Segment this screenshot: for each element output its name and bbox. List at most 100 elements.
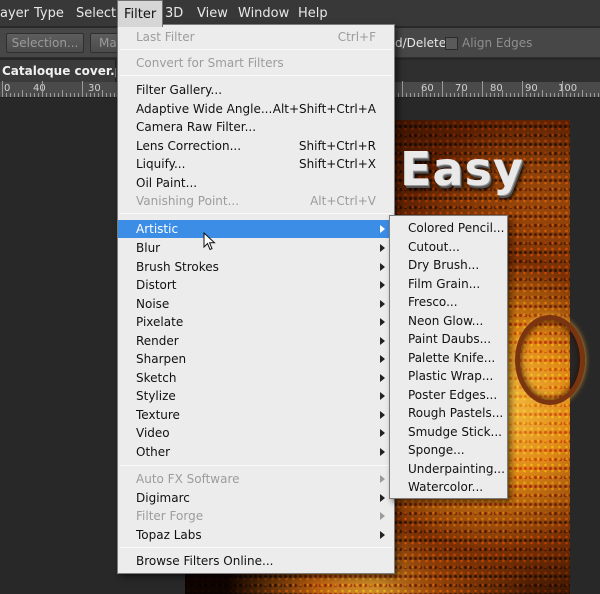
submenu-arrow-icon — [380, 263, 385, 271]
ruler-tick — [442, 81, 443, 97]
mouse-cursor-icon — [203, 232, 216, 251]
selection-button[interactable]: Selection... — [6, 33, 84, 53]
align-edges-checkbox[interactable] — [445, 37, 458, 50]
menu-item-camera-raw-filter[interactable]: Camera Raw Filter... — [118, 118, 394, 136]
ruler-tick — [70, 93, 71, 97]
ruler-tick — [10, 93, 11, 97]
menu-item-label: Browse Filters Online... — [136, 554, 274, 568]
menu-item-sharpen[interactable]: Sharpen — [118, 350, 394, 368]
submenu-item-palette-knife[interactable]: Palette Knife... — [390, 349, 507, 367]
ruler-tick — [514, 93, 515, 97]
submenu-item-label: Underpainting... — [408, 462, 505, 476]
menu-item-brush-strokes[interactable]: Brush Strokes — [118, 258, 394, 276]
ruler-tick — [438, 93, 439, 97]
submenu-arrow-icon — [380, 531, 385, 539]
ruler-tick — [82, 81, 83, 97]
menu-item-stylize[interactable]: Stylize — [118, 387, 394, 405]
menu-item-vanishing-point[interactable]: Vanishing Point... Alt+Ctrl+V — [118, 192, 394, 210]
menu-item-lens-correction[interactable]: Lens Correction... Shift+Ctrl+R — [118, 137, 394, 155]
submenu-item-poster-edges[interactable]: Poster Edges... — [390, 386, 507, 404]
menu-item-label: Adaptive Wide Angle... — [136, 102, 273, 116]
submenu-item-underpainting[interactable]: Underpainting... — [390, 460, 507, 478]
menu-item-render[interactable]: Render — [118, 332, 394, 350]
menu-item-convert-smart-filters[interactable]: Convert for Smart Filters — [118, 54, 394, 72]
ruler-tick — [42, 81, 43, 97]
submenu-arrow-icon — [380, 392, 385, 400]
document-tab[interactable]: Cataloque cover.psd — [0, 60, 139, 82]
ruler-tick — [510, 93, 511, 97]
submenu-item-watercolor[interactable]: Watercolor... — [390, 478, 507, 496]
submenu-item-label: Rough Pastels... — [408, 406, 504, 420]
menu-item-pixelate[interactable]: Pixelate — [118, 313, 394, 331]
menu-item-label: Blur — [136, 241, 161, 255]
submenu-item-label: Poster Edges... — [408, 388, 498, 402]
menu-item-texture[interactable]: Texture — [118, 406, 394, 424]
menu-type[interactable]: Type — [28, 0, 70, 27]
submenu-arrow-icon — [380, 318, 385, 326]
artistic-submenu: Colored Pencil... Cutout... Dry Brush...… — [389, 215, 508, 499]
submenu-item-dry-brush[interactable]: Dry Brush... — [390, 256, 507, 274]
menu-item-liquify[interactable]: Liquify... Shift+Ctrl+X — [118, 155, 394, 173]
menu-separator — [120, 213, 392, 214]
submenu-item-plastic-wrap[interactable]: Plastic Wrap... — [390, 367, 507, 385]
menu-item-label: Brush Strokes — [136, 260, 219, 274]
menu-item-filter-gallery[interactable]: Filter Gallery... — [118, 81, 394, 99]
submenu-item-smudge-stick[interactable]: Smudge Stick... — [390, 423, 507, 441]
ruler-tick — [530, 93, 531, 97]
ruler-tick — [62, 90, 63, 97]
menu-item-label: Sharpen — [136, 352, 187, 366]
submenu-item-cutout[interactable]: Cutout... — [390, 238, 507, 256]
menu-item-digimarc[interactable]: Digimarc — [118, 489, 394, 507]
canvas-ring-graphic — [515, 315, 585, 405]
menu-item-filter-forge[interactable]: Filter Forge — [118, 507, 394, 525]
menu-item-label: Last Filter — [136, 30, 195, 44]
menu-item-noise[interactable]: Noise — [118, 295, 394, 313]
ruler-tick — [462, 90, 463, 97]
menu-item-last-filter[interactable]: Last Filter Ctrl+F — [118, 28, 394, 46]
ruler-tick — [550, 93, 551, 97]
ruler-tick — [102, 90, 103, 97]
menu-item-distort[interactable]: Distort — [118, 276, 394, 294]
submenu-item-neon-glow[interactable]: Neon Glow... — [390, 312, 507, 330]
submenu-item-colored-pencil[interactable]: Colored Pencil... — [390, 219, 507, 237]
menu-item-topaz-labs[interactable]: Topaz Labs — [118, 526, 394, 544]
ruler-tick — [110, 93, 111, 97]
ruler-tick — [450, 93, 451, 97]
ruler-tick — [558, 93, 559, 97]
menu-view[interactable]: View — [191, 0, 234, 27]
menu-item-blur[interactable]: Blur — [118, 239, 394, 257]
submenu-item-label: Fresco... — [408, 295, 458, 309]
menu-item-artistic[interactable]: Artistic — [118, 220, 394, 238]
submenu-arrow-icon — [380, 475, 385, 483]
menu-item-other[interactable]: Other — [118, 443, 394, 461]
ruler-tick — [26, 93, 27, 97]
menu-item-sketch[interactable]: Sketch — [118, 369, 394, 387]
menu-3d[interactable]: 3D — [159, 0, 189, 27]
ruler-tick — [454, 93, 455, 97]
menu-item-browse-filters-online[interactable]: Browse Filters Online... — [118, 552, 394, 570]
ruler-tick — [502, 90, 503, 97]
submenu-item-paint-daubs[interactable]: Paint Daubs... — [390, 330, 507, 348]
menu-item-video[interactable]: Video — [118, 424, 394, 442]
menu-item-label: Artistic — [136, 222, 179, 236]
submenu-item-film-grain[interactable]: Film Grain... — [390, 275, 507, 293]
menu-item-label: Other — [136, 445, 171, 459]
menu-item-adaptive-wide-angle[interactable]: Adaptive Wide Angle... Alt+Shift+Ctrl+A — [118, 100, 394, 118]
ruler-tick — [458, 93, 459, 97]
ruler-tick — [486, 93, 487, 97]
ruler-tick — [582, 90, 583, 97]
menu-select[interactable]: Select — [70, 0, 122, 27]
menu-window[interactable]: Window — [232, 0, 295, 27]
menu-item-oil-paint[interactable]: Oil Paint... — [118, 174, 394, 192]
menu-item-label: Video — [136, 426, 170, 440]
submenu-item-sponge[interactable]: Sponge... — [390, 441, 507, 459]
menu-item-auto-fx-software[interactable]: Auto FX Software — [118, 470, 394, 488]
menu-item-label: Stylize — [136, 389, 176, 403]
menu-item-label: Topaz Labs — [136, 528, 202, 542]
submenu-item-fresco[interactable]: Fresco... — [390, 293, 507, 311]
menu-filter[interactable]: Filter — [117, 0, 164, 27]
ruler-tick — [598, 93, 599, 97]
submenu-item-rough-pastels[interactable]: Rough Pastels... — [390, 404, 507, 422]
menu-help[interactable]: Help — [292, 0, 334, 27]
menu-item-label: Filter Gallery... — [136, 83, 223, 97]
